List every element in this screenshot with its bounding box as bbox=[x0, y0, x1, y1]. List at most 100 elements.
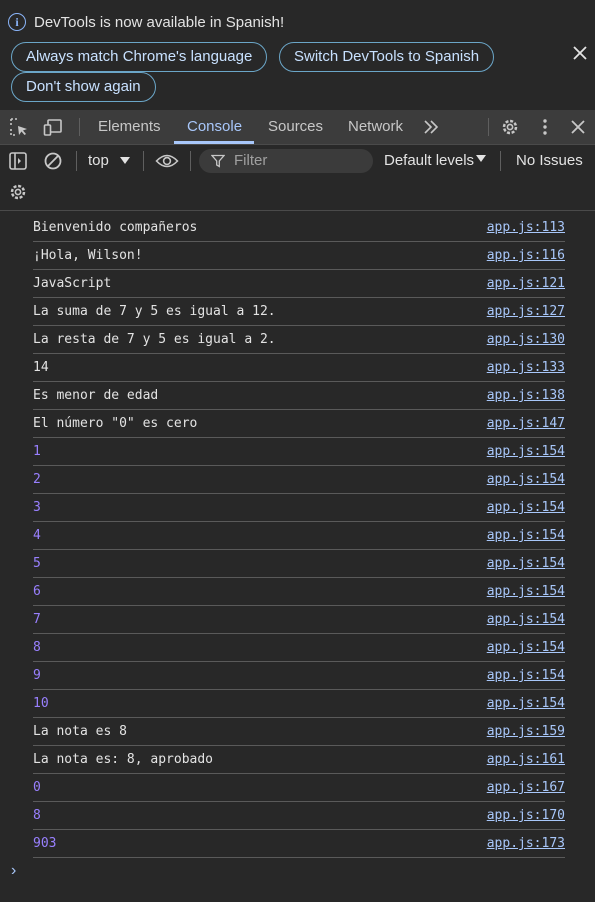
log-levels-dropdown[interactable]: Default levels bbox=[384, 149, 474, 173]
tabbar-separator bbox=[79, 118, 80, 136]
close-devtools-icon[interactable] bbox=[568, 117, 588, 137]
console-message-text: 8 bbox=[33, 808, 41, 823]
devtools-tabbar: Elements Console Sources Network bbox=[0, 110, 595, 145]
source-link[interactable]: app.js:173 bbox=[487, 836, 565, 851]
console-message-row: La suma de 7 y 5 es igual a 12. app.js:12… bbox=[33, 298, 565, 326]
console-message-text: Bienvenido compañeros bbox=[33, 220, 198, 235]
source-link[interactable]: app.js:161 bbox=[487, 752, 565, 767]
console-settings-gear-icon[interactable] bbox=[8, 182, 28, 202]
sidebar-toggle-icon[interactable] bbox=[8, 151, 28, 171]
console-message-text: 7 bbox=[33, 612, 41, 627]
console-message-row: 10 app.js:154 bbox=[33, 690, 565, 718]
console-message-text: La nota es 8 bbox=[33, 724, 127, 739]
console-message-row: 9 app.js:154 bbox=[33, 662, 565, 690]
source-link[interactable]: app.js:154 bbox=[487, 444, 565, 459]
console-message-text: 6 bbox=[33, 584, 41, 599]
filter-input[interactable]: Filter bbox=[199, 149, 373, 173]
console-message-text: 1 bbox=[33, 444, 41, 459]
console-message-row: 0 app.js:167 bbox=[33, 774, 565, 802]
tabbar-separator-right bbox=[488, 118, 489, 136]
source-link[interactable]: app.js:147 bbox=[487, 416, 565, 431]
console-message-row: Es menor de edad app.js:138 bbox=[33, 382, 565, 410]
console-message-row: 6 app.js:154 bbox=[33, 578, 565, 606]
infobar-message: DevTools is now available in Spanish! bbox=[34, 13, 285, 31]
toolbar-separator-2 bbox=[143, 151, 144, 171]
console-message-text: El número "0" es cero bbox=[33, 416, 198, 431]
language-infobar: i DevTools is now available in Spanish! … bbox=[0, 0, 595, 110]
match-chrome-language-button[interactable]: Always match Chrome's language bbox=[11, 42, 268, 72]
console-message-row: 3 app.js:154 bbox=[33, 494, 565, 522]
source-link[interactable]: app.js:130 bbox=[487, 332, 565, 347]
switch-to-spanish-button[interactable]: Switch DevTools to Spanish bbox=[279, 42, 495, 72]
console-message-text: 10 bbox=[33, 696, 49, 711]
console-message-row: El número "0" es cero app.js:147 bbox=[33, 410, 565, 438]
toolbar-separator-4 bbox=[500, 151, 501, 171]
issues-counter[interactable]: No Issues bbox=[516, 149, 583, 173]
console-message-text: 4 bbox=[33, 528, 41, 543]
source-link[interactable]: app.js:154 bbox=[487, 472, 565, 487]
console-message-row: ¡Hola, Wilson! app.js:116 bbox=[33, 242, 565, 270]
source-link[interactable]: app.js:154 bbox=[487, 696, 565, 711]
source-link[interactable]: app.js:154 bbox=[487, 640, 565, 655]
settings-gear-icon[interactable] bbox=[500, 117, 520, 137]
source-link[interactable]: app.js:159 bbox=[487, 724, 565, 739]
info-icon: i bbox=[8, 13, 26, 31]
source-link[interactable]: app.js:154 bbox=[487, 668, 565, 683]
device-toolbar-icon[interactable] bbox=[43, 117, 63, 137]
context-selector[interactable]: top bbox=[88, 149, 109, 173]
console-message-row: 5 app.js:154 bbox=[33, 550, 565, 578]
clear-console-icon[interactable] bbox=[43, 151, 63, 171]
console-message-row: JavaScript app.js:121 bbox=[33, 270, 565, 298]
more-tabs-icon[interactable] bbox=[421, 117, 441, 137]
dont-show-again-button[interactable]: Don't show again bbox=[11, 72, 156, 102]
console-message-text: 5 bbox=[33, 556, 41, 571]
console-message-text: 8 bbox=[33, 640, 41, 655]
source-link[interactable]: app.js:167 bbox=[487, 780, 565, 795]
more-options-icon[interactable] bbox=[535, 117, 555, 137]
source-link[interactable]: app.js:154 bbox=[487, 528, 565, 543]
console-message-text: Es menor de edad bbox=[33, 388, 159, 403]
source-link[interactable]: app.js:154 bbox=[487, 556, 565, 571]
source-link[interactable]: app.js:154 bbox=[487, 584, 565, 599]
tab-sources[interactable]: Sources bbox=[268, 110, 323, 144]
console-message-row: La nota es 8 app.js:159 bbox=[33, 718, 565, 746]
dropdown-arrow-icon[interactable] bbox=[120, 157, 130, 165]
live-expression-eye-icon[interactable] bbox=[155, 151, 179, 171]
console-message-text: 2 bbox=[33, 472, 41, 487]
console-message-row: 14 app.js:133 bbox=[33, 354, 565, 382]
console-message-row: 903 app.js:173 bbox=[33, 830, 565, 858]
inspect-element-icon[interactable] bbox=[9, 117, 29, 137]
source-link[interactable]: app.js:170 bbox=[487, 808, 565, 823]
console-message-row: 8 app.js:154 bbox=[33, 634, 565, 662]
console-message-text: 3 bbox=[33, 500, 41, 515]
source-link[interactable]: app.js:138 bbox=[487, 388, 565, 403]
source-link[interactable]: app.js:133 bbox=[487, 360, 565, 375]
source-link[interactable]: app.js:116 bbox=[487, 248, 565, 263]
filter-icon bbox=[211, 154, 225, 168]
source-link[interactable]: app.js:154 bbox=[487, 500, 565, 515]
tab-console[interactable]: Console bbox=[187, 110, 242, 144]
close-icon[interactable] bbox=[571, 44, 589, 62]
source-link[interactable]: app.js:113 bbox=[487, 220, 565, 235]
console-message-row: 8 app.js:170 bbox=[33, 802, 565, 830]
console-message-row: 2 app.js:154 bbox=[33, 466, 565, 494]
console-message-row: La resta de 7 y 5 es igual a 2. app.js:13… bbox=[33, 326, 565, 354]
console-message-text: ¡Hola, Wilson! bbox=[33, 248, 143, 263]
prompt-chevron-icon[interactable]: › bbox=[11, 862, 16, 880]
tab-elements[interactable]: Elements bbox=[98, 110, 161, 144]
console-toolbar: top Filter Default levels No Issues bbox=[0, 145, 595, 211]
tab-network[interactable]: Network bbox=[348, 110, 403, 144]
source-link[interactable]: app.js:127 bbox=[487, 304, 565, 319]
levels-dropdown-arrow-icon[interactable] bbox=[476, 155, 486, 163]
log-levels-label: Default levels bbox=[384, 152, 475, 169]
console-message-row: Bienvenido compañeros app.js:113 bbox=[33, 214, 565, 242]
source-link[interactable]: app.js:154 bbox=[487, 612, 565, 627]
console-messages: Bienvenido compañeros app.js:113 ¡Hola, Wi… bbox=[0, 214, 595, 858]
console-message-text: La nota es: 8, aprobado bbox=[33, 752, 214, 767]
filter-placeholder: Filter bbox=[234, 152, 268, 169]
console-message-row: 1 app.js:154 bbox=[33, 438, 565, 466]
console-message-text: La resta de 7 y 5 es igual a 2. bbox=[33, 332, 276, 347]
console-message-row: 4 app.js:154 bbox=[33, 522, 565, 550]
source-link[interactable]: app.js:121 bbox=[487, 276, 565, 291]
toolbar-separator-1 bbox=[76, 151, 77, 171]
